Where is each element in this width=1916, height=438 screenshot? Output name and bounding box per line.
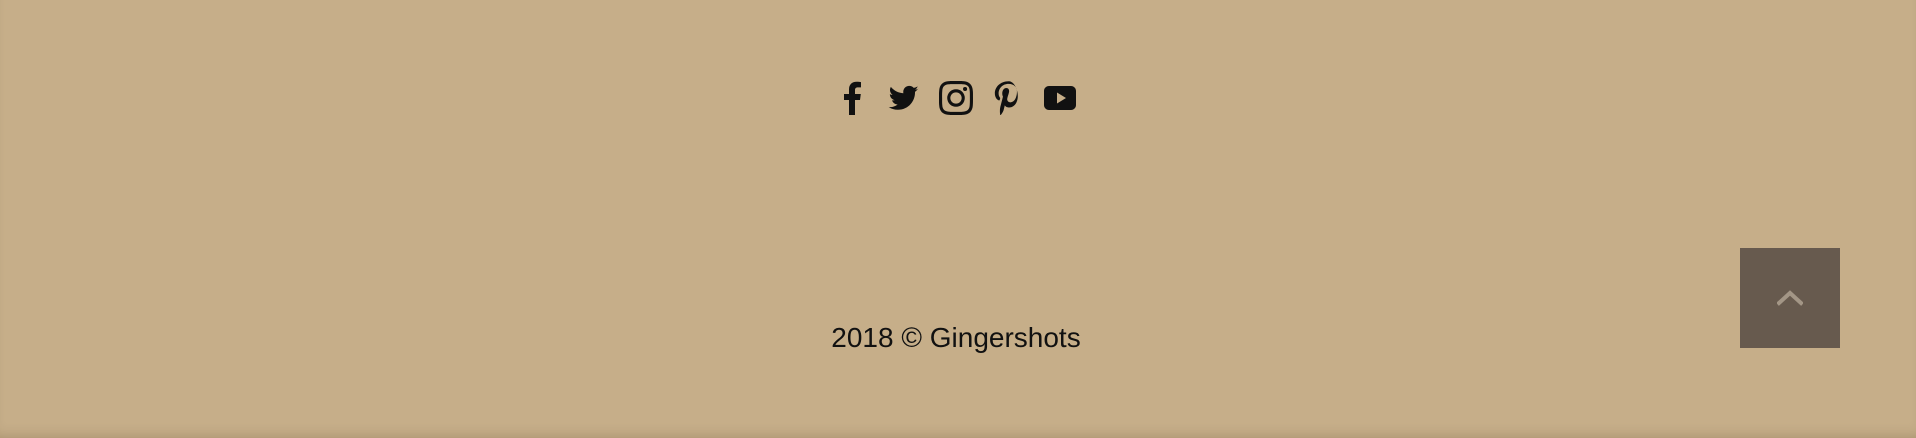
pinterest-icon [994,81,1022,115]
instagram-link[interactable] [930,76,982,120]
twitter-link[interactable] [878,76,930,120]
chevron-up-icon [1777,290,1803,306]
social-links [0,76,1916,120]
facebook-icon [842,81,862,115]
back-to-top-button[interactable] [1740,248,1840,348]
copyright-text: 2018 © Gingershots [831,322,1081,353]
facebook-link[interactable] [826,76,878,120]
site-footer: 2018 © Gingershots [0,0,1916,438]
twitter-icon [887,83,921,113]
pinterest-link[interactable] [982,76,1034,120]
youtube-icon [1043,85,1077,111]
instagram-icon [939,81,973,115]
youtube-link[interactable] [1034,76,1086,120]
